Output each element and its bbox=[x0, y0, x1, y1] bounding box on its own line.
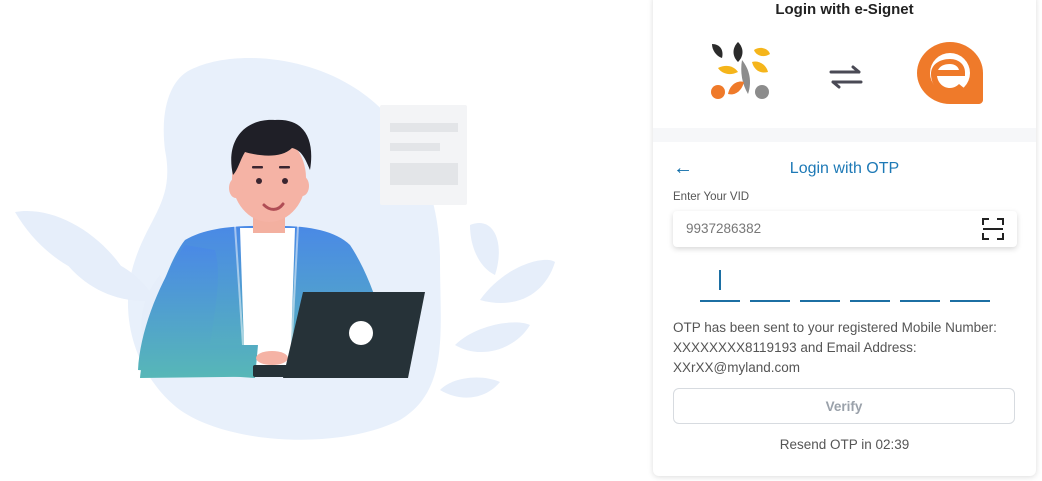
text-caret bbox=[719, 270, 721, 290]
vid-value: 9937286382 bbox=[686, 221, 762, 236]
otp-digit-6[interactable] bbox=[950, 270, 990, 302]
document-icon bbox=[380, 105, 467, 205]
resend-otp-timer: Resend OTP in 02:39 bbox=[779, 437, 910, 452]
vid-input[interactable]: 9937286382 bbox=[673, 211, 1017, 247]
header-divider bbox=[653, 128, 1036, 142]
otp-sent-message: OTP has been sent to your registered Mob… bbox=[673, 318, 1023, 378]
card-title: Login with e-Signet bbox=[775, 1, 914, 18]
login-illustration bbox=[15, 58, 555, 440]
partner-logo-icon bbox=[711, 42, 770, 99]
otp-message-line: XXXXXXXX8119193 and Email Address: bbox=[673, 340, 917, 355]
otp-digit-1[interactable] bbox=[700, 270, 740, 302]
otp-digit-3[interactable] bbox=[800, 270, 840, 302]
otp-input-group bbox=[700, 270, 1000, 302]
leaves-right-icon bbox=[440, 223, 555, 398]
login-card: Login with e-Signet ← Login with OTP Ent… bbox=[653, 0, 1036, 476]
otp-digit-4[interactable] bbox=[850, 270, 890, 302]
otp-message-line: XXrXX@myland.com bbox=[673, 360, 800, 375]
scan-icon[interactable] bbox=[981, 217, 1005, 241]
otp-message-line: OTP has been sent to your registered Mob… bbox=[673, 320, 997, 335]
card-header: Login with e-Signet bbox=[653, 0, 1036, 122]
otp-digit-5[interactable] bbox=[900, 270, 940, 302]
swap-arrows-icon bbox=[829, 65, 863, 89]
login-otp-title: Login with OTP bbox=[789, 160, 900, 177]
esignet-logo-icon bbox=[917, 42, 983, 104]
otp-digit-2[interactable] bbox=[750, 270, 790, 302]
vid-label: Enter Your VID bbox=[673, 191, 750, 203]
verify-button[interactable]: Verify bbox=[673, 388, 1015, 424]
